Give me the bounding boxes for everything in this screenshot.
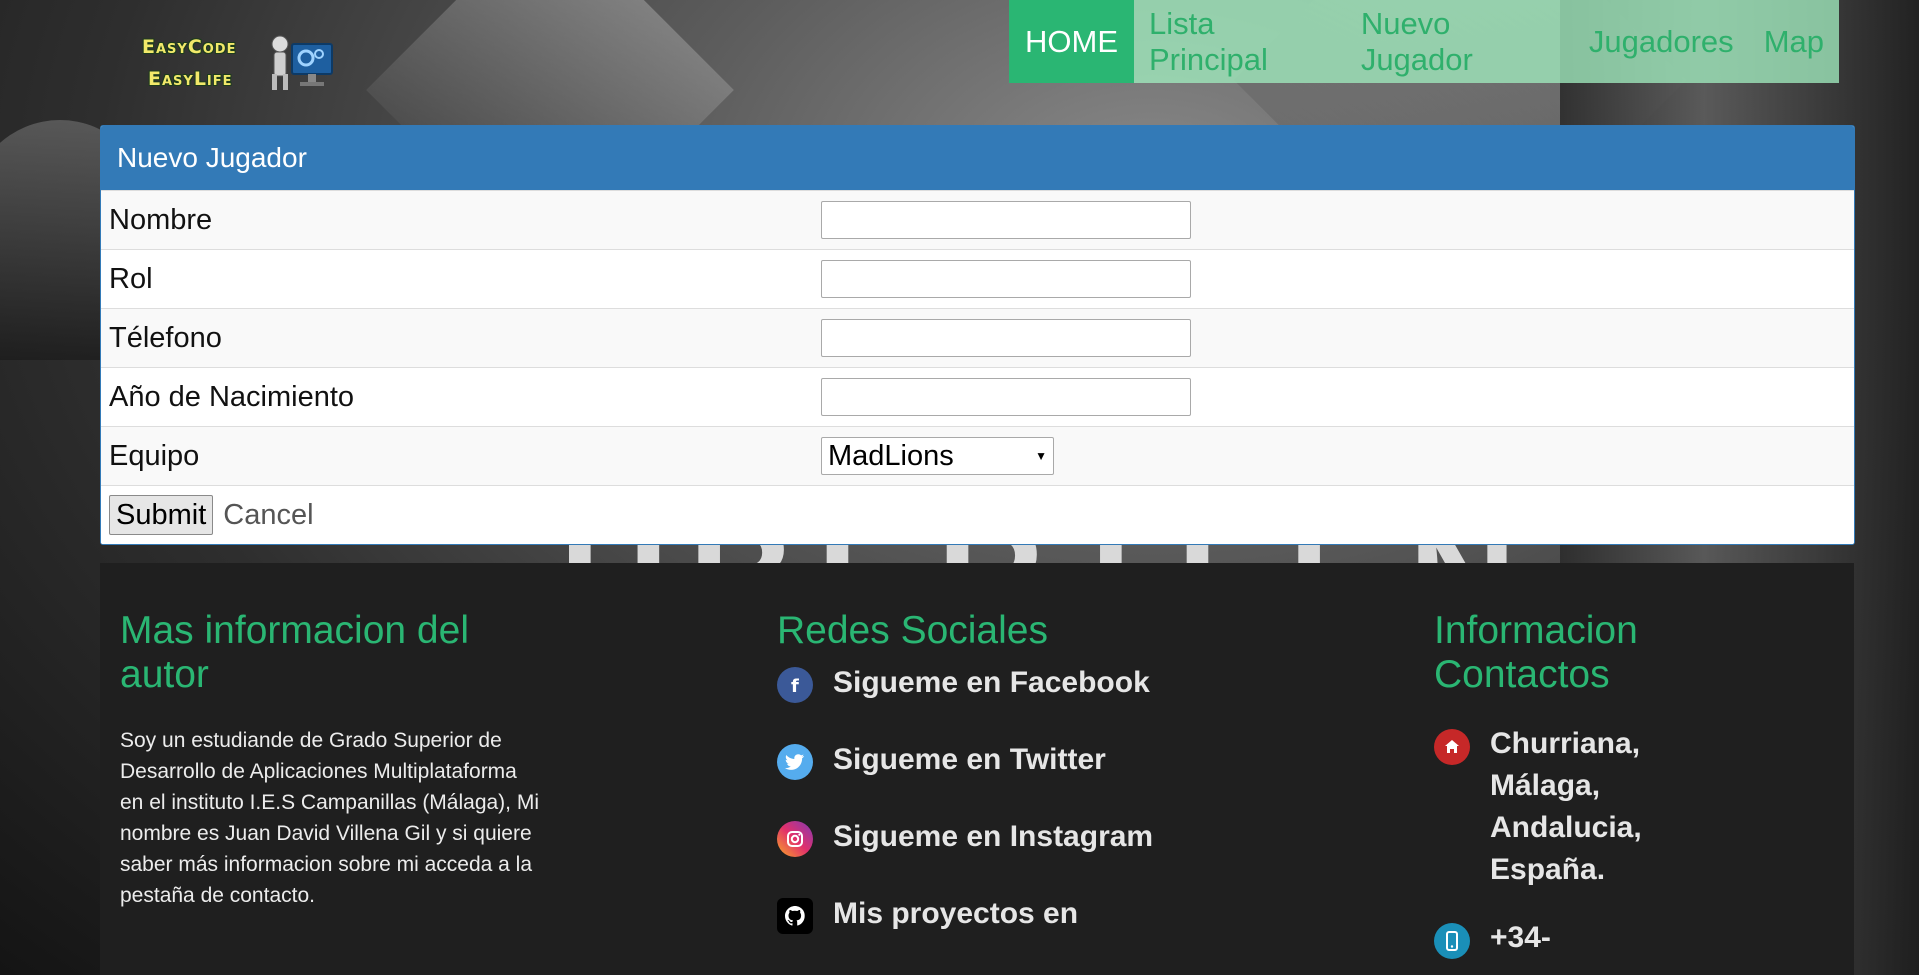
form-row-rol: Rol bbox=[101, 249, 1854, 308]
nav-jugadores[interactable]: Jugadores bbox=[1574, 0, 1749, 83]
cancel-link[interactable]: Cancel bbox=[223, 499, 313, 532]
contact-phone-text: +34- bbox=[1490, 921, 1551, 954]
instagram-icon bbox=[777, 821, 813, 857]
field-label-nacimiento: Año de Nacimiento bbox=[109, 380, 355, 413]
contact-phone: +34- bbox=[1434, 917, 1734, 959]
dropdown-arrow-icon: ▼ bbox=[1035, 449, 1047, 463]
form-row-telefono: Télefono bbox=[101, 308, 1854, 367]
social-github-link[interactable]: Mis proyectos en bbox=[777, 892, 1277, 969]
mobile-phone-icon bbox=[1434, 923, 1470, 959]
svg-text:f: f bbox=[791, 676, 799, 695]
footer-about: Mas informacion del autor Soy un estudia… bbox=[120, 609, 540, 911]
logo-line2: EasyLife bbox=[148, 68, 233, 90]
form-row-equipo: Equipo MadLions ▼ bbox=[101, 426, 1854, 485]
social-title: Redes Sociales bbox=[777, 609, 1048, 652]
about-title: Mas informacion del autor bbox=[120, 609, 469, 696]
field-label-nombre: Nombre bbox=[109, 203, 213, 236]
nav-home[interactable]: HOME bbox=[1009, 0, 1134, 83]
twitter-icon bbox=[777, 744, 813, 780]
github-icon bbox=[777, 898, 813, 934]
new-player-form-panel: Nuevo Jugador Nombre Rol Télefono Año de… bbox=[100, 125, 1855, 545]
nav-lista-principal[interactable]: Lista Principal bbox=[1134, 0, 1346, 83]
facebook-icon: f bbox=[777, 667, 813, 703]
submit-button[interactable]: Submit bbox=[109, 495, 214, 535]
form-row-nombre: Nombre bbox=[101, 190, 1854, 249]
social-twitter-link[interactable]: Sigueme en Twitter bbox=[777, 738, 1277, 815]
panel-title: Nuevo Jugador bbox=[101, 126, 1854, 190]
social-github-label: Mis proyectos en bbox=[833, 897, 1079, 930]
contact-address: Churriana, Málaga, Andalucia, España. bbox=[1434, 723, 1734, 891]
nombre-input[interactable] bbox=[821, 201, 1191, 239]
equipo-select[interactable]: MadLions ▼ bbox=[821, 437, 1054, 475]
nav-map[interactable]: Map bbox=[1749, 0, 1839, 83]
nacimiento-input[interactable] bbox=[821, 378, 1191, 416]
equipo-selected-value: MadLions bbox=[828, 439, 954, 472]
home-icon bbox=[1434, 729, 1470, 765]
form-row-nacimiento: Año de Nacimiento bbox=[101, 367, 1854, 426]
social-instagram-label: Sigueme en Instagram bbox=[833, 820, 1154, 853]
field-label-equipo: Equipo bbox=[109, 439, 200, 472]
field-label-rol: Rol bbox=[109, 262, 153, 295]
social-instagram-link[interactable]: Sigueme en Instagram bbox=[777, 815, 1277, 892]
social-facebook-link[interactable]: f Sigueme en Facebook bbox=[777, 661, 1277, 738]
site-logo[interactable]: EasyCode EasyLife bbox=[138, 30, 343, 100]
main-nav: HOME Lista Principal Nuevo Jugador Jugad… bbox=[1009, 0, 1839, 83]
logo-line1: EasyCode bbox=[142, 36, 237, 58]
contact-address-text: Churriana, Málaga, Andalucia, España. bbox=[1490, 727, 1642, 886]
field-label-telefono: Télefono bbox=[109, 321, 222, 354]
site-footer: Mas informacion del autor Soy un estudia… bbox=[100, 563, 1854, 975]
social-facebook-label: Sigueme en Facebook bbox=[833, 666, 1150, 699]
footer-contact: Informacion Contactos Churriana, Málaga,… bbox=[1434, 609, 1734, 959]
contact-title: Informacion Contactos bbox=[1434, 609, 1638, 696]
telefono-input[interactable] bbox=[821, 319, 1191, 357]
nav-nuevo-jugador[interactable]: Nuevo Jugador bbox=[1346, 0, 1574, 83]
logo-figure-icon bbox=[271, 35, 333, 90]
rol-input[interactable] bbox=[821, 260, 1191, 298]
footer-social: Redes Sociales f Sigueme en Facebook Sig… bbox=[777, 609, 1277, 969]
social-twitter-label: Sigueme en Twitter bbox=[833, 743, 1106, 776]
about-text: Soy un estudiande de Grado Superior de D… bbox=[120, 729, 540, 907]
form-actions: Submit Cancel bbox=[101, 485, 1854, 544]
